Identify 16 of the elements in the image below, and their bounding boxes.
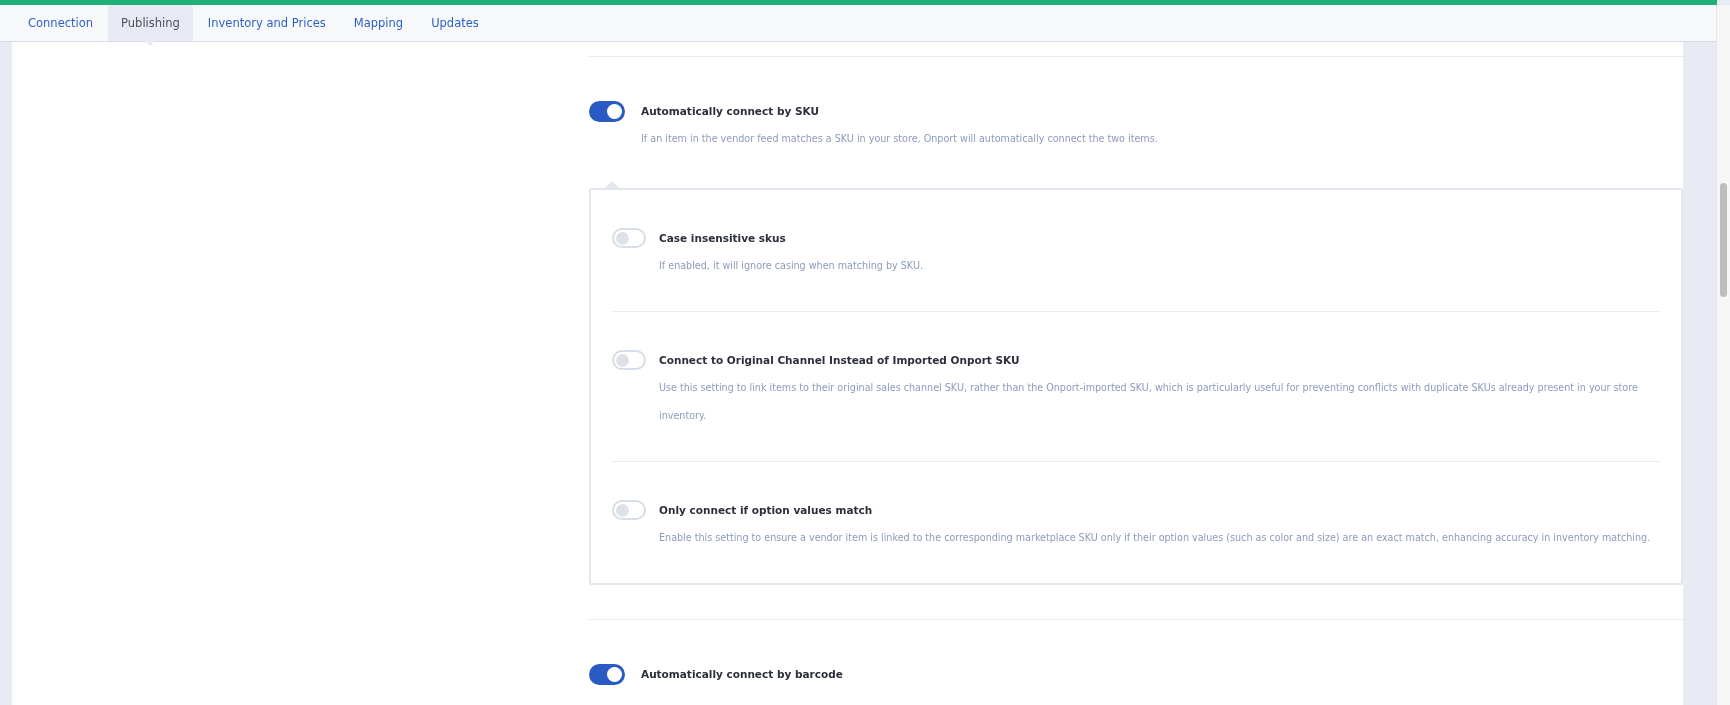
- setting-description: If an item in the vendor feed matches a SKU in your store, Onport will automatically connect the two items.: [641, 132, 1159, 146]
- setting-title: Case insensitive skus: [659, 232, 787, 244]
- tab[interactable]: Inventory and Prices: [194, 5, 339, 41]
- setting-title: Only connect if option values match: [659, 504, 874, 516]
- setting-title: Automatically connect by SKU: [641, 105, 820, 117]
- scrollbar[interactable]: [1716, 5, 1730, 705]
- tab[interactable]: Mapping: [340, 5, 417, 41]
- setting-title: Connect to Original Channel Instead of Imported Onport SKU: [659, 354, 1021, 366]
- setting-description: If enabled, it will ignore casing when matching by SKU.: [659, 259, 924, 273]
- tab[interactable]: Connection: [15, 5, 107, 41]
- tab[interactable]: Updates: [418, 5, 492, 41]
- setting-description: Enable this setting to ensure a vendor item is linked to the corresponding marketplace SKU only if their option values (such as color and size) are an exact match, enhancing accuracy in inventory matching.: [659, 531, 1652, 545]
- setting-description: Use this setting to link items to their original sales channel SKU, rather than the Onport-imported SKU, which is particularly useful for preventing conflicts with duplicate SKUs already present in your store inventory.: [659, 381, 1639, 423]
- toggle-switch[interactable]: [589, 101, 625, 122]
- toggle-switch[interactable]: [589, 664, 625, 685]
- setting-title: Automatically connect by barcode: [641, 668, 844, 680]
